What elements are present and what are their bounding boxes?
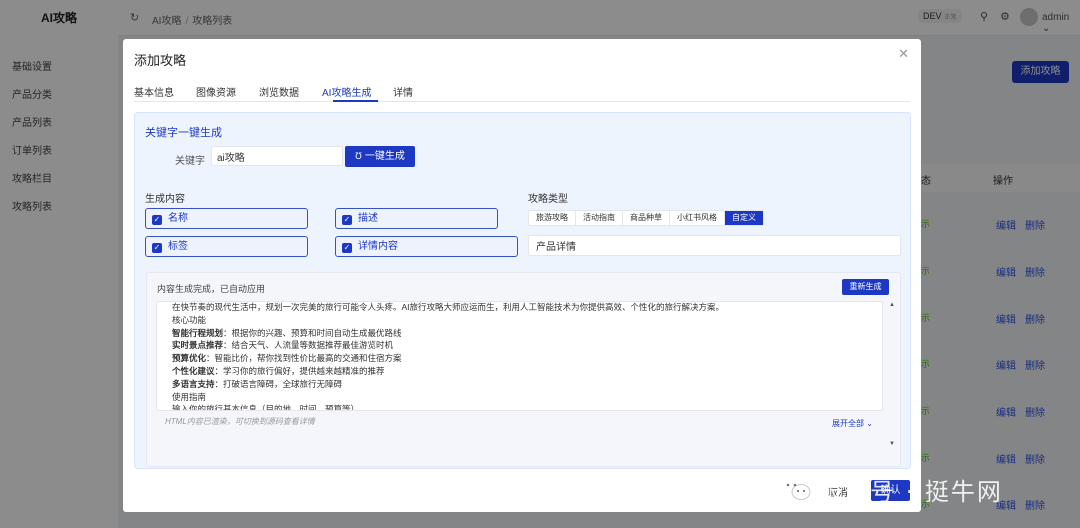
content-line: 智能行程规划：根据你的兴趣、预算和时间自动生成最优路线 xyxy=(157,327,877,340)
content-line-heading: 个性化建议 xyxy=(172,365,215,376)
content-line-heading: 预算优化 xyxy=(172,353,207,364)
guide-type-selector: 旅游攻略 活动指南 商品种草 小红书风格 自定义 xyxy=(528,210,764,226)
type-product-recommend[interactable]: 商品种草 xyxy=(623,211,670,225)
content-line: 实时景点推荐：结合天气、人流量等数据推荐最佳游览时机 xyxy=(157,339,877,352)
generation-result-panel: 内容生成完成，已自动应用 重新生成 在快节奏的现代生活中，规划一次完美的旅行可能… xyxy=(146,272,901,467)
content-line-text: ：根据你的兴趣、预算和时间自动生成最优路线 xyxy=(223,327,402,338)
option-label: 名称 xyxy=(168,213,188,224)
scroll-up-icon[interactable]: ▲ xyxy=(889,302,895,308)
content-line-text: 输入你的旅行基本信息（目的地、时间、预算等） xyxy=(172,404,360,411)
content-line-text: ：学习你的旅行偏好，提供越来越精准的推荐 xyxy=(214,365,385,376)
content-line-text: 使用指南 xyxy=(172,391,207,402)
section-title: 关键字一键生成 xyxy=(145,127,222,139)
tab-ai-guide-generation[interactable]: AI攻略生成 xyxy=(322,84,371,99)
content-line-text: ：智能比价，帮你找到性价比最高的交通和住宿方案 xyxy=(206,353,402,364)
generated-content-area[interactable]: 在快节奏的现代生活中，规划一次完美的旅行可能令人头疼。AI旅行攻略大师应运而生，… xyxy=(156,301,883,411)
option-name-checkbox[interactable]: ✓ 名称 xyxy=(145,208,308,229)
active-tab-indicator xyxy=(333,100,378,102)
guide-type-label: 攻略类型 xyxy=(528,194,568,205)
tab-details[interactable]: 详情 xyxy=(393,84,413,99)
content-line-heading: 智能行程规划 xyxy=(172,327,224,338)
type-custom[interactable]: 自定义 xyxy=(725,211,763,225)
wechat-logo-icon xyxy=(781,478,811,500)
content-line: 多语言支持：打破语言障碍，全球旅行无障碍 xyxy=(157,378,877,391)
expand-all-link[interactable]: 展开全部 ⌄ xyxy=(832,418,873,429)
type-event-guide[interactable]: 活动指南 xyxy=(576,211,623,225)
check-icon: ✓ xyxy=(152,215,162,225)
add-guide-modal: 添加攻略 ✕ 基本信息 图像资源 浏览数据 AI攻略生成 详情 关键字一键生成 … xyxy=(123,39,921,512)
tab-browse-data[interactable]: 浏览数据 xyxy=(259,84,299,99)
content-line-heading: 实时景点推荐 xyxy=(172,340,224,351)
content-line: 个性化建议：学习你的旅行偏好，提供越来越精准的推荐 xyxy=(157,365,877,378)
ai-generation-card: 关键字一键生成 关键字 Ʊ一键生成 生成内容 ✓ 名称 ✓ 描述 ✓ 标签 ✓ 详情内容… xyxy=(134,112,911,469)
watermark-text: 服务号 · 挺牛网 xyxy=(818,478,1003,506)
one-click-generate-button[interactable]: Ʊ 一键生成 xyxy=(345,146,415,167)
content-line: 预算优化：智能比价，帮你找到性价比最高的交通和住宿方案 xyxy=(157,352,877,365)
check-icon: ✓ xyxy=(152,243,162,253)
content-line-text: 核心功能 xyxy=(172,314,207,325)
option-label: 标签 xyxy=(168,241,188,252)
regenerate-button[interactable]: 重新生成 xyxy=(842,279,889,295)
watermark: 服务号 · 挺牛网 xyxy=(780,470,1076,510)
modal-title: 添加攻略 xyxy=(134,53,187,68)
content-line-heading: 多语言支持 xyxy=(172,378,215,389)
scroll-down-icon[interactable]: ▼ xyxy=(889,441,895,447)
tab-image-resources[interactable]: 图像资源 xyxy=(196,84,236,99)
keyword-input[interactable] xyxy=(211,146,343,166)
option-detail-content-checkbox[interactable]: ✓ 详情内容 xyxy=(335,236,518,257)
generate-button-label: 一键生成 xyxy=(364,151,405,162)
check-icon: ✓ xyxy=(342,243,352,253)
chevron-down-icon: ⌄ xyxy=(866,419,873,428)
option-label: 详情内容 xyxy=(358,241,398,252)
type-xiaohongshu-style[interactable]: 小红书风格 xyxy=(670,211,725,225)
content-line: 输入你的旅行基本信息（目的地、时间、预算等） xyxy=(157,403,877,411)
custom-type-input[interactable] xyxy=(528,235,901,256)
generated-content-lines: 在快节奏的现代生活中，规划一次完美的旅行可能令人头疼。AI旅行攻略大师应运而生，… xyxy=(157,302,877,411)
option-tags-checkbox[interactable]: ✓ 标签 xyxy=(145,236,308,257)
content-line-text: ：结合天气、人流量等数据推荐最佳游览时机 xyxy=(223,340,394,351)
tab-basic-info[interactable]: 基本信息 xyxy=(134,84,174,99)
magnet-icon: Ʊ xyxy=(355,151,362,161)
type-travel-guide[interactable]: 旅游攻略 xyxy=(529,211,576,225)
content-line: 使用指南 xyxy=(157,391,877,404)
expand-label: 展开全部 xyxy=(832,419,864,428)
option-description-checkbox[interactable]: ✓ 描述 xyxy=(335,208,498,229)
generation-status: 内容生成完成，已自动应用 xyxy=(157,284,266,294)
check-icon: ✓ xyxy=(342,215,352,225)
content-line: 核心功能 xyxy=(157,314,877,327)
render-note: HTML内容已渲染，可切换到源码查看详情 xyxy=(165,417,315,426)
close-icon[interactable]: ✕ xyxy=(898,46,909,62)
option-label: 描述 xyxy=(358,213,378,224)
tab-bar: 基本信息 图像资源 浏览数据 AI攻略生成 详情 xyxy=(134,82,910,102)
content-line: 在快节奏的现代生活中，规划一次完美的旅行可能令人头疼。AI旅行攻略大师应运而生，… xyxy=(157,302,877,314)
content-line-text: 在快节奏的现代生活中，规划一次完美的旅行可能令人头疼。AI旅行攻略大师应运而生，… xyxy=(172,302,725,312)
content-label: 生成内容 xyxy=(145,194,185,205)
scrollbar[interactable]: ▲ ▼ xyxy=(888,301,898,451)
keyword-label: 关键字 xyxy=(175,156,205,167)
content-line-text: ：打破语言障碍，全球旅行无障碍 xyxy=(214,378,343,389)
